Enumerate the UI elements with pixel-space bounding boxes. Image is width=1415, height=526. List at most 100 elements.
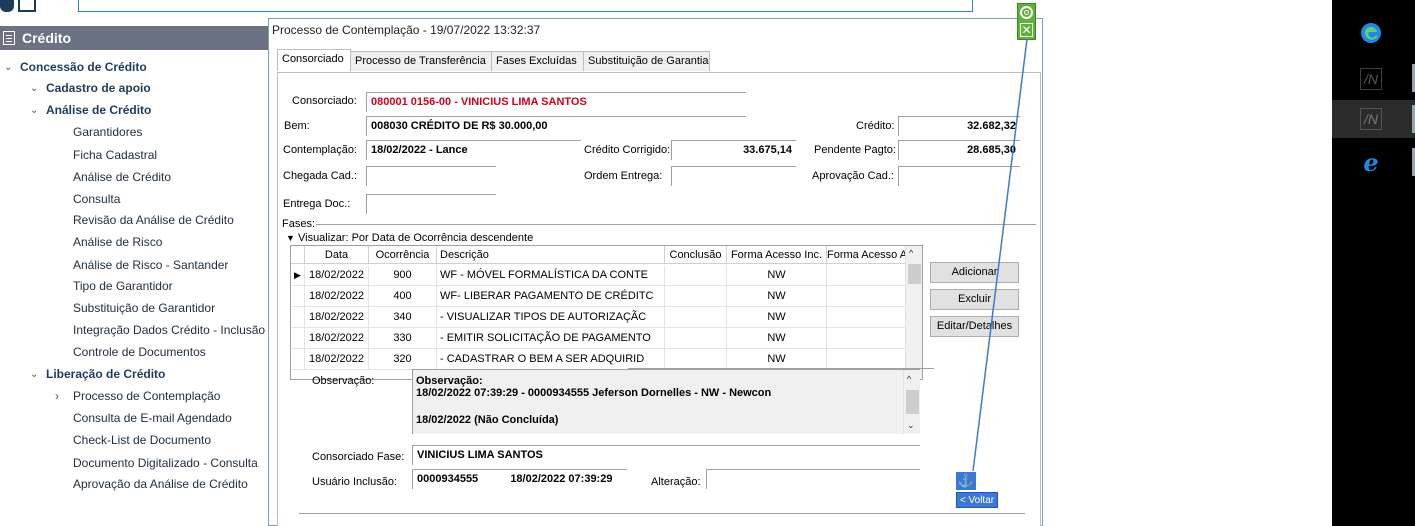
anchor-icon[interactable]: ⚓	[956, 472, 976, 490]
grid-col-forma-inc[interactable]: Forma Acesso Inc.	[727, 246, 827, 264]
cell-ocorrencia: 400	[369, 286, 437, 307]
chegada-label: Chegada Cad.:	[283, 170, 357, 182]
ie-icon[interactable]: e	[1360, 151, 1382, 175]
contemplacao-label: Contemplação:	[283, 144, 357, 156]
nav-item-documento-digitalizado[interactable]: Documento Digitalizado - Consulta	[73, 456, 258, 470]
scroll-thumb[interactable]	[906, 390, 919, 414]
usuario-inclusao-field[interactable]: 0000934555 18/02/2022 07:39:29	[412, 469, 627, 489]
entrega-doc-field[interactable]	[366, 194, 496, 214]
grid-col-ocorrencia[interactable]: Ocorrência	[369, 246, 437, 264]
credito-corrigido-field[interactable]: 33.675,14	[671, 140, 796, 160]
app-logo-icon	[0, 0, 14, 12]
scroll-down-icon[interactable]: ⌄	[907, 420, 915, 431]
chevron-down-icon[interactable]: ⌄	[4, 62, 12, 73]
nav-item-cadastro-apoio[interactable]: Cadastro de apoio	[46, 81, 151, 95]
nav-item-analise-risco-santander[interactable]: Análise de Risco - Santander	[73, 258, 228, 272]
consorciado-fase-label: Consorciado Fase:	[312, 451, 405, 463]
cell-descricao: - EMITIR SOLICITAÇÃO DE PAGAMENTO	[437, 328, 665, 349]
app-icon[interactable]: /N	[1360, 68, 1382, 90]
chegada-field[interactable]	[366, 166, 496, 186]
nav-item-controle-documentos[interactable]: Controle de Documentos	[73, 345, 206, 359]
app-icon[interactable]: /N	[1360, 108, 1382, 130]
cell-ocorrencia: 900	[369, 265, 437, 286]
taskbar: /N /N e	[1332, 0, 1415, 526]
cell-descricao: WF - MÓVEL FORMALÍSTICA DA CONTE	[437, 265, 665, 286]
scroll-thumb[interactable]	[908, 264, 921, 284]
table-row[interactable]: 18/02/2022 340 - VISUALIZAR TIPOS DE AUT…	[291, 307, 907, 328]
fases-view-toggle[interactable]: ▼ Visualizar: Por Data de Ocorrência des…	[286, 232, 533, 244]
cell-forma-alt	[827, 307, 907, 328]
grid-col-forma-alt[interactable]: Forma Acesso Alt.	[827, 246, 907, 264]
observacao-label: Observação:	[312, 375, 375, 387]
table-row[interactable]: ▶ 18/02/2022 900 WF - MÓVEL FORMALÍSTICA…	[291, 265, 907, 286]
chevron-down-icon[interactable]: ⌄	[30, 369, 38, 380]
ordem-entrega-field[interactable]	[671, 166, 796, 186]
tab-substituicao-garantia[interactable]: Substituição de Garantia	[583, 51, 710, 71]
nav-item-integracao[interactable]: Integração Dados Crédito - Inclusão	[73, 323, 268, 337]
nav-item-liberacao[interactable]: Liberação de Crédito	[46, 367, 165, 381]
cell-forma-alt	[827, 349, 907, 370]
cell-data: 18/02/2022	[305, 286, 369, 307]
tab-fases-excluidas[interactable]: Fases Excluídas	[491, 51, 584, 71]
observacao-line2: 18/02/2022 07:39:29 - 0000934555 Jeferso…	[416, 387, 772, 399]
nav-item-consulta-email[interactable]: Consulta de E-mail Agendado	[73, 411, 232, 425]
cell-conclusao	[665, 307, 727, 328]
nav-item-tipo-garantidor[interactable]: Tipo de Garantidor	[73, 279, 173, 293]
nav-item-processo-contemplacao[interactable]: Processo de Contemplação	[73, 389, 220, 403]
row-indicator	[291, 286, 305, 307]
nav-item-substituicao-garantidor[interactable]: Substituição de Garantidor	[73, 301, 215, 315]
cell-forma-inc: NW	[727, 349, 827, 370]
fases-view-label: Visualizar: Por Data de Ocorrência desce…	[297, 232, 534, 244]
nav-item-checklist[interactable]: Check-List de Documento	[73, 433, 211, 447]
table-row[interactable]: 18/02/2022 400 WF- LIBERAR PAGAMENTO DE …	[291, 286, 907, 307]
alteracao-field[interactable]	[706, 469, 920, 489]
nav-item-revisao[interactable]: Revisão da Análise de Crédito	[73, 213, 234, 227]
table-row[interactable]: 18/02/2022 330 - EMITIR SOLICITAÇÃO DE P…	[291, 328, 907, 349]
tab-consorciado[interactable]: Consorciado	[277, 49, 351, 71]
table-row[interactable]: 18/02/2022 320 - CADASTRAR O BEM A SER A…	[291, 349, 907, 370]
nav-item-analise-risco[interactable]: Análise de Risco	[73, 235, 162, 249]
contemplacao-dialog: Processo de Contemplação - 19/07/2022 13…	[268, 18, 1043, 526]
row-indicator	[291, 307, 305, 328]
fases-label: Fases:	[282, 218, 316, 230]
usuario-inclusao-datetime: 18/02/2022 07:39:29	[510, 473, 613, 485]
cell-descricao: WF- LIBERAR PAGAMENTO DE CRÉDITC	[437, 286, 665, 307]
grid-col-descricao[interactable]: Descrição	[437, 246, 665, 264]
aprovacao-label: Aprovação Cad.:	[812, 170, 894, 182]
fases-grid[interactable]: Data Ocorrência Descrição Conclusão Form…	[290, 245, 923, 380]
nav-item-analise-credito-group[interactable]: Análise de Crédito	[46, 103, 151, 117]
observacao-line1: Observação:	[416, 375, 483, 387]
nav-item-consulta[interactable]: Consulta	[73, 192, 120, 206]
chevron-right-icon[interactable]: ›	[55, 389, 59, 403]
anchor-control[interactable]: ⚓ < Voltar	[956, 472, 998, 508]
target-icon[interactable]	[1020, 6, 1033, 19]
connector-line	[972, 38, 1028, 472]
bem-field[interactable]: 008030 CRÉDITO DE R$ 30.000,00	[366, 116, 746, 136]
observacao-scrollbar[interactable]: ^ ⌄	[903, 370, 920, 434]
grid-scrollbar[interactable]: ^ ⌄	[905, 246, 922, 379]
nav-item-ficha-cadastral[interactable]: Ficha Cadastral	[73, 148, 157, 162]
grid-col-data[interactable]: Data	[305, 246, 369, 264]
top-search-strip[interactable]	[78, 0, 973, 12]
contemplacao-field[interactable]: 18/02/2022 - Lance	[366, 140, 581, 160]
nav-item-concessao[interactable]: Concessão de Crédito	[20, 60, 147, 74]
cell-ocorrencia: 320	[369, 349, 437, 370]
observacao-textarea[interactable]: Observação: 18/02/2022 07:39:29 - 000093…	[412, 369, 920, 434]
consorciado-field[interactable]: 080001 0156-00 - VINICIUS LIMA SANTOS	[366, 92, 746, 112]
voltar-button[interactable]: < Voltar	[956, 492, 998, 508]
consorciado-fase-field[interactable]: VINICIUS LIMA SANTOS	[412, 445, 920, 465]
usuario-inclusao-user: 0000934555	[417, 473, 479, 485]
chevron-down-icon[interactable]: ⌄	[30, 105, 38, 116]
edge-icon[interactable]	[1360, 22, 1382, 44]
grid-col-conclusao[interactable]: Conclusão	[665, 246, 727, 264]
menu-icon[interactable]	[3, 31, 15, 45]
chevron-down-icon[interactable]: ⌄	[30, 83, 38, 94]
nav-item-garantidores[interactable]: Garantidores	[73, 125, 142, 139]
scroll-up-icon[interactable]: ^	[909, 248, 913, 258]
nav-item-analise-credito[interactable]: Análise de Crédito	[73, 170, 171, 184]
tab-processo-transferencia[interactable]: Processo de Transferência	[350, 51, 492, 71]
nav-item-aprovacao[interactable]: Aprovação da Análise de Crédito	[73, 477, 248, 491]
obs-top-line	[628, 368, 934, 369]
mail-icon[interactable]	[18, 0, 36, 12]
scroll-up-icon[interactable]: ^	[907, 374, 911, 384]
